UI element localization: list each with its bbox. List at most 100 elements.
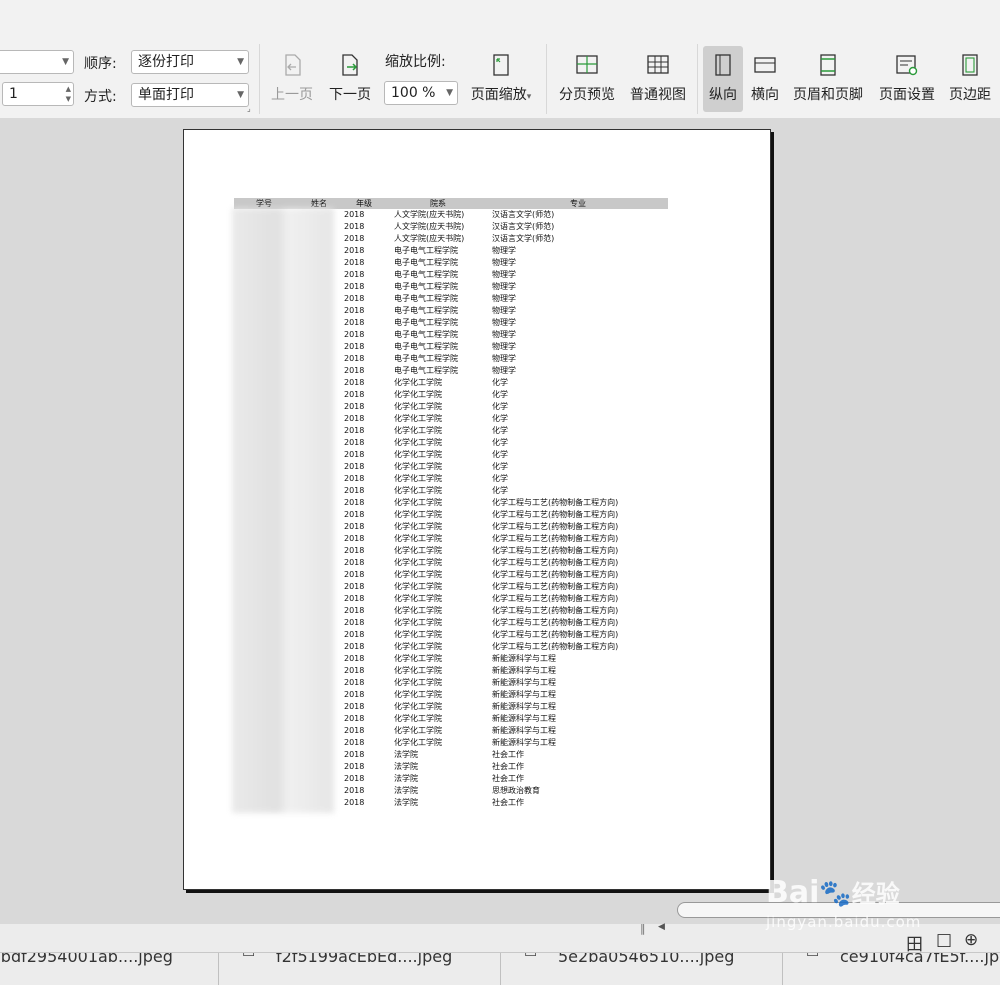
order-dropdown[interactable]: 逐份打印 ▼ (131, 50, 249, 74)
normal-view-button[interactable]: 普通视图 (625, 52, 691, 104)
grade-cell: 2018 (344, 546, 365, 555)
department-cell: 人文学院(应天书院) (394, 234, 465, 243)
grade-cell: 2018 (344, 786, 365, 795)
major-cell: 化学 (492, 390, 508, 399)
grade-cell: 2018 (344, 222, 365, 231)
major-cell: 物理学 (492, 282, 516, 291)
major-cell: 化学工程与工艺(药物制备工程方向) (492, 534, 619, 543)
file-icon: ▭ (524, 952, 538, 961)
page-break-view-icon[interactable]: ⊕ (964, 930, 978, 950)
department-cell: 化学化工学院 (394, 570, 442, 579)
department-cell: 化学化工学院 (394, 486, 442, 495)
download-item-3[interactable]: 5e2ba0546510....jpeg (558, 953, 734, 966)
department-cell: 化学化工学院 (394, 378, 442, 387)
margins-button[interactable]: 页边距 (945, 52, 995, 104)
grade-cell: 2018 (344, 210, 365, 219)
header-major: 专业 (570, 199, 586, 208)
download-item-4[interactable]: ce910f4ca7fE5f....jp (840, 953, 999, 966)
major-cell: 化学 (492, 474, 508, 483)
department-cell: 法学院 (394, 762, 418, 771)
major-cell: 化学工程与工艺(药物制备工程方向) (492, 630, 619, 639)
grade-cell: 2018 (344, 390, 365, 399)
prev-page-icon (285, 54, 301, 76)
department-cell: 电子电气工程学院 (394, 282, 458, 291)
department-cell: 化学化工学院 (394, 450, 442, 459)
grade-cell: 2018 (344, 402, 365, 411)
method-dropdown[interactable]: 单面打印 ▼ (131, 83, 249, 107)
page-scale-button[interactable]: 页面缩放▾ (464, 52, 538, 104)
grade-cell: 2018 (344, 714, 365, 723)
major-cell: 物理学 (492, 318, 516, 327)
download-item-1[interactable]: cbdf2954001ab....jpeg (0, 953, 173, 966)
grade-cell: 2018 (344, 522, 365, 531)
method-label: 方式: (84, 89, 117, 105)
major-cell: 汉语言文学(师范) (492, 222, 555, 231)
page-layout-view-icon[interactable]: □ (936, 930, 952, 950)
department-cell: 电子电气工程学院 (394, 342, 458, 351)
group-expand-icon[interactable]: ⌟ (247, 104, 251, 113)
page-break-preview-button[interactable]: 分页预览 (554, 52, 620, 104)
copies-stepper[interactable]: 1 ▲ ▼ (2, 82, 74, 106)
grade-cell: 2018 (344, 570, 365, 579)
major-cell: 化学 (492, 402, 508, 411)
department-cell: 化学化工学院 (394, 546, 442, 555)
major-cell: 化学工程与工艺(药物制备工程方向) (492, 594, 619, 603)
download-item-2[interactable]: f2f5199acEbEd....jpeg (276, 953, 452, 966)
major-cell: 物理学 (492, 270, 516, 279)
major-cell: 化学工程与工艺(药物制备工程方向) (492, 510, 619, 519)
page-setup-icon (896, 55, 918, 76)
grade-cell: 2018 (344, 342, 365, 351)
grade-cell: 2018 (344, 534, 365, 543)
grade-cell: 2018 (344, 654, 365, 663)
department-cell: 化学化工学院 (394, 690, 442, 699)
major-cell: 化学工程与工艺(药物制备工程方向) (492, 522, 619, 531)
watermark-brand-cn: 经验 (851, 880, 900, 908)
department-cell: 化学化工学院 (394, 438, 442, 447)
prev-page-button[interactable]: 上一页 (267, 52, 317, 104)
file-icon: ▭ (242, 952, 256, 961)
zoom-label: 缩放比例: (385, 54, 446, 70)
major-cell: 化学工程与工艺(药物制备工程方向) (492, 582, 619, 591)
watermark-url: jingyan.baidu.com (766, 913, 922, 931)
department-cell: 化学化工学院 (394, 414, 442, 423)
order-label: 顺序: (84, 56, 117, 72)
next-page-icon (342, 54, 358, 76)
zoom-dropdown[interactable]: 100 % ▼ (384, 81, 458, 105)
printer-dropdown[interactable]: ▼ (0, 50, 74, 74)
major-cell: 社会工作 (492, 750, 524, 759)
grade-cell: 2018 (344, 294, 365, 303)
download-bar: cbdf2954001ab....jpeg ▭ f2f5199acEbEd...… (0, 952, 1000, 985)
major-cell: 新能源科学与工程 (492, 726, 556, 735)
portrait-icon (715, 54, 731, 76)
major-cell: 物理学 (492, 294, 516, 303)
grade-cell: 2018 (344, 558, 365, 567)
grid-icon (647, 55, 669, 74)
major-cell: 化学工程与工艺(药物制备工程方向) (492, 606, 619, 615)
major-cell: 化学 (492, 426, 508, 435)
chevron-down-icon: ▾ (526, 92, 532, 102)
department-cell: 化学化工学院 (394, 522, 442, 531)
grade-cell: 2018 (344, 750, 365, 759)
grade-cell: 2018 (344, 474, 365, 483)
baidu-jingyan-watermark: Bai🐾经验 jingyan.baidu.com (766, 876, 922, 932)
grade-cell: 2018 (344, 630, 365, 639)
grade-cell: 2018 (344, 690, 365, 699)
zoom-value: 100 % (391, 85, 436, 101)
scroll-left-arrow-icon[interactable]: ◀ (658, 922, 665, 932)
landscape-button[interactable]: 横向 (746, 52, 784, 104)
header-department: 院系 (430, 199, 446, 208)
grade-cell: 2018 (344, 450, 365, 459)
header-footer-button[interactable]: 页眉和页脚 (788, 52, 868, 104)
department-cell: 人文学院(应天书院) (394, 222, 465, 231)
next-page-button[interactable]: 下一页 (325, 52, 375, 104)
portrait-button[interactable]: 纵向 (703, 46, 743, 112)
preview-page: 学号 姓名 年级 院系 专业 2018 人文学院(应天书院) 汉语言文学(师范) 20… (183, 129, 771, 890)
grade-cell: 2018 (344, 414, 365, 423)
department-cell: 化学化工学院 (394, 714, 442, 723)
grade-cell: 2018 (344, 702, 365, 711)
grade-cell: 2018 (344, 270, 365, 279)
grade-cell: 2018 (344, 666, 365, 675)
scroll-grip-icon[interactable]: ‖ (640, 922, 646, 935)
page-setup-button[interactable]: 页面设置 (874, 52, 940, 104)
grade-cell: 2018 (344, 246, 365, 255)
